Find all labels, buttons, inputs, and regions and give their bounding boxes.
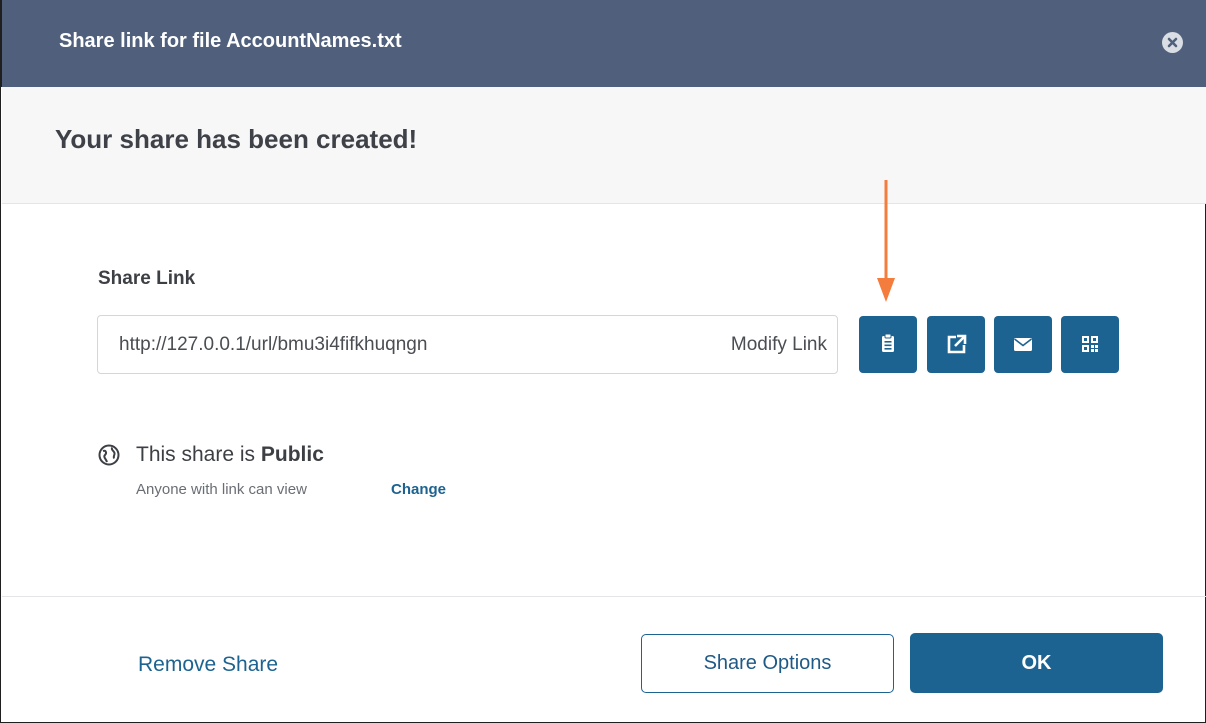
share-link-url[interactable]: http://127.0.0.1/url/bmu3i4fifkhuqngn (119, 334, 427, 356)
external-link-icon (947, 334, 967, 354)
share-options-button[interactable]: Share Options (641, 634, 894, 693)
share-created-heading: Your share has been created! (55, 124, 418, 154)
copy-link-button[interactable] (859, 316, 917, 373)
dialog-title-bar: Share link for file AccountNames.txt (1, 0, 1206, 87)
email-link-button[interactable] (994, 316, 1052, 373)
remove-share-button[interactable]: Remove Share (138, 653, 278, 677)
visibility-level: Public (260, 443, 324, 466)
ok-button[interactable]: OK (910, 633, 1163, 693)
share-link-label: Share Link (98, 268, 196, 289)
envelope-icon (1014, 338, 1032, 351)
open-link-button[interactable] (927, 316, 985, 373)
share-dialog: Share link for file AccountNames.txt You… (0, 0, 1206, 723)
qr-code-icon (1082, 336, 1098, 352)
globe-icon (98, 444, 120, 466)
qr-code-button[interactable] (1061, 316, 1119, 373)
dialog-header: Your share has been created! (2, 87, 1206, 204)
visibility-prefix: This share is (136, 443, 256, 466)
share-link-field[interactable]: http://127.0.0.1/url/bmu3i4fifkhuqngn Mo… (97, 315, 838, 374)
footer-divider (2, 596, 1206, 597)
clipboard-icon (882, 333, 894, 352)
share-visibility-status: This share is Public (136, 443, 324, 467)
change-visibility-link[interactable]: Change (391, 481, 446, 498)
annotation-arrow (877, 180, 895, 302)
close-icon[interactable] (1162, 32, 1183, 53)
modify-link-button[interactable]: Modify Link (731, 334, 827, 356)
visibility-description: Anyone with link can view (136, 481, 307, 498)
dialog-title: Share link for file AccountNames.txt (59, 30, 402, 52)
